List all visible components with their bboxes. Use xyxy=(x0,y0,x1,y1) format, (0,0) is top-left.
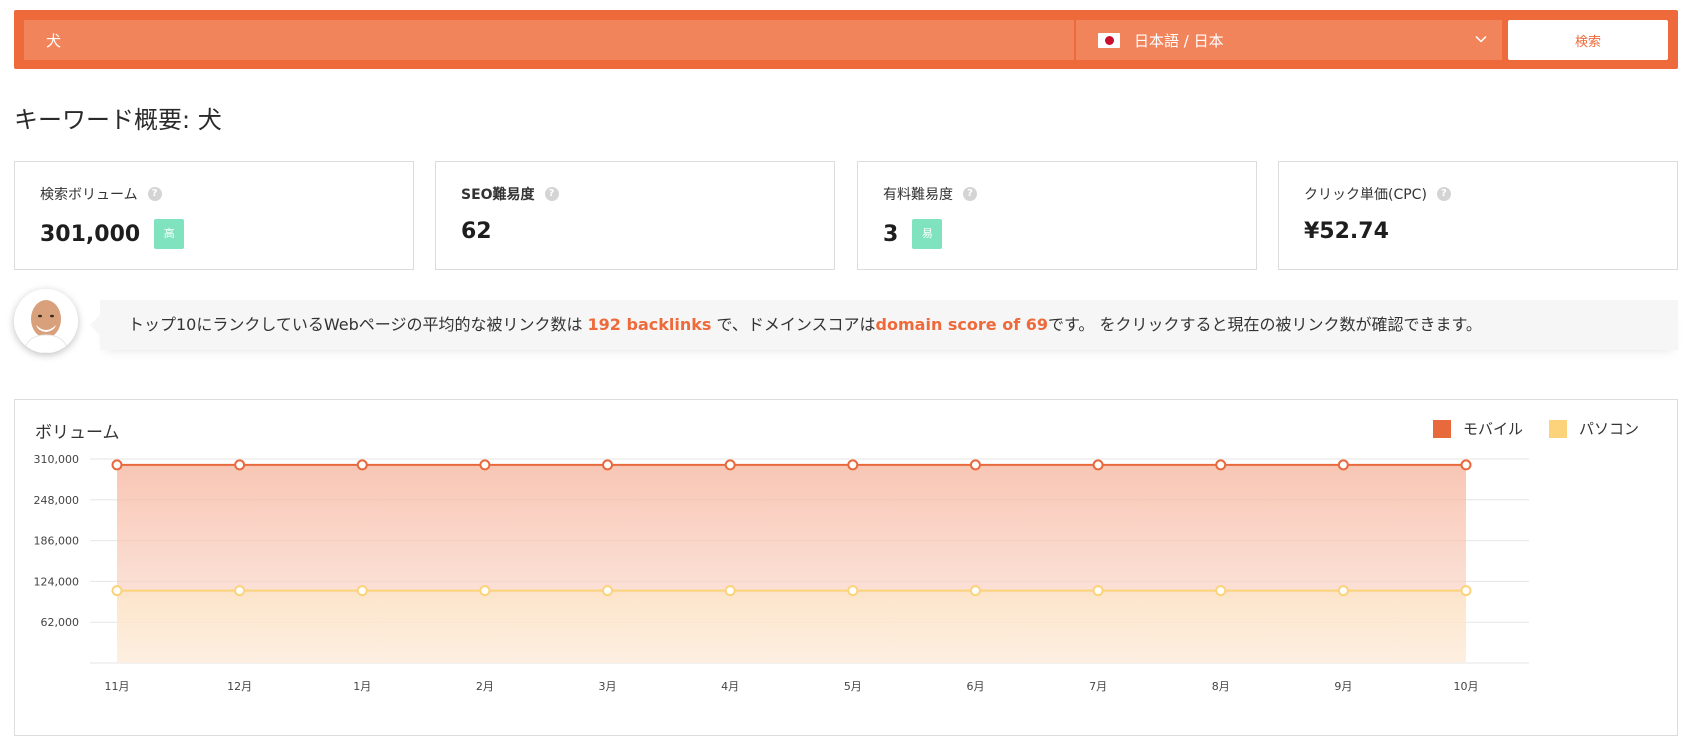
x-tick-label: 1月 xyxy=(353,680,371,693)
keyword-input[interactable] xyxy=(24,20,1074,60)
mobile-data-point xyxy=(234,459,246,471)
desktop-data-point xyxy=(1092,585,1104,597)
cpc-value: ¥52.74 xyxy=(1304,219,1389,244)
desktop-data-point xyxy=(356,585,368,597)
desktop-data-point xyxy=(969,585,981,597)
desktop-area xyxy=(117,590,1466,663)
x-tick-label: 9月 xyxy=(1334,680,1352,693)
help-icon[interactable]: ? xyxy=(147,187,162,201)
mobile-data-point xyxy=(1092,459,1104,471)
y-tick-label: 124,000 xyxy=(34,575,80,588)
domain-score-link[interactable]: domain score of 69 xyxy=(876,315,1048,334)
level-badge: 高 xyxy=(154,219,185,249)
mobile-data-point xyxy=(602,459,614,471)
x-tick-label: 7月 xyxy=(1089,680,1107,693)
volume-chart: 62,000 124,000 186,000 248,000 310,000 11月 12月… xyxy=(34,453,1529,693)
desktop-data-point xyxy=(1215,585,1227,597)
tip-text: トップ10にランクしているWebページの平均的な被リンク数は xyxy=(128,315,588,334)
backlinks-link[interactable]: 192 backlinks xyxy=(588,315,712,334)
mobile-data-point xyxy=(356,459,368,471)
language-select[interactable]: 日本語 / 日本 xyxy=(1076,20,1502,60)
seo-difficulty-card: SEO難易度? 62 xyxy=(435,161,835,270)
mobile-data-point xyxy=(479,459,491,471)
desktop-data-point xyxy=(847,585,859,597)
desktop-data-point xyxy=(111,585,123,597)
help-icon[interactable]: ? xyxy=(963,187,977,201)
tip-text: で、ドメインスコアは xyxy=(711,315,876,334)
card-label: 有料難易度 xyxy=(883,187,953,203)
level-badge: 易 xyxy=(912,219,943,249)
paid-difficulty-card: 有料難易度? 3易 xyxy=(857,161,1257,270)
paid-difficulty-value: 3 xyxy=(883,221,899,247)
mobile-data-point xyxy=(1215,459,1227,471)
japan-flag-icon xyxy=(1098,32,1120,48)
desktop-data-point xyxy=(479,585,491,597)
mobile-data-point xyxy=(1460,459,1472,471)
x-tick-label: 4月 xyxy=(721,680,739,693)
x-tick-label: 11月 xyxy=(105,680,130,693)
card-label: SEO難易度 xyxy=(461,187,535,203)
search-bar: 日本語 / 日本 検索 xyxy=(14,10,1678,69)
search-volume-value: 301,000 xyxy=(40,221,141,247)
desktop-data-point xyxy=(1337,585,1349,597)
seo-difficulty-value: 62 xyxy=(461,219,492,244)
y-tick-label: 310,000 xyxy=(34,453,80,466)
x-tick-label: 6月 xyxy=(966,680,984,693)
help-icon[interactable]: ? xyxy=(544,187,559,201)
mobile-data-point xyxy=(847,459,859,471)
y-tick-label: 186,000 xyxy=(34,535,80,548)
search-volume-card: 検索ボリューム? 301,000 高 xyxy=(14,161,414,270)
desktop-data-point xyxy=(724,585,736,597)
avatar xyxy=(14,289,78,353)
tip-text: です。 をクリックすると現在の被リンク数が確認できます。 xyxy=(1048,315,1482,334)
help-icon[interactable]: ? xyxy=(1436,187,1451,201)
mobile-data-point xyxy=(1337,459,1349,471)
backlinks-tip: トップ10にランクしているWebページの平均的な被リンク数は 192 backl… xyxy=(90,300,1678,350)
desktop-data-point xyxy=(234,585,246,597)
x-tick-label: 12月 xyxy=(227,680,252,693)
desktop-data-point xyxy=(602,585,614,597)
volume-chart-panel: ボリューム モバイル パソコン 62,000 124,000 186,000 248,… xyxy=(14,399,1678,736)
card-label: 検索ボリューム xyxy=(40,187,138,203)
x-tick-label: 2月 xyxy=(476,680,494,693)
x-tick-label: 3月 xyxy=(599,680,617,693)
desktop-data-point xyxy=(1460,585,1472,597)
search-button[interactable]: 検索 xyxy=(1508,20,1668,60)
x-tick-label: 5月 xyxy=(844,680,862,693)
y-tick-label: 248,000 xyxy=(34,494,80,507)
x-tick-label: 10月 xyxy=(1454,680,1479,693)
x-tick-label: 8月 xyxy=(1212,680,1230,693)
card-label: クリック単価(CPC) xyxy=(1304,187,1427,203)
y-tick-label: 62,000 xyxy=(41,616,80,629)
cpc-card: クリック単価(CPC)? ¥52.74 xyxy=(1278,161,1678,270)
page-title: キーワード概要: 犬 xyxy=(14,106,222,134)
mobile-data-point xyxy=(724,459,736,471)
language-label: 日本語 / 日本 xyxy=(1134,31,1224,50)
mobile-data-point xyxy=(969,459,981,471)
mobile-data-point xyxy=(111,459,123,471)
chevron-down-icon xyxy=(1475,35,1487,43)
